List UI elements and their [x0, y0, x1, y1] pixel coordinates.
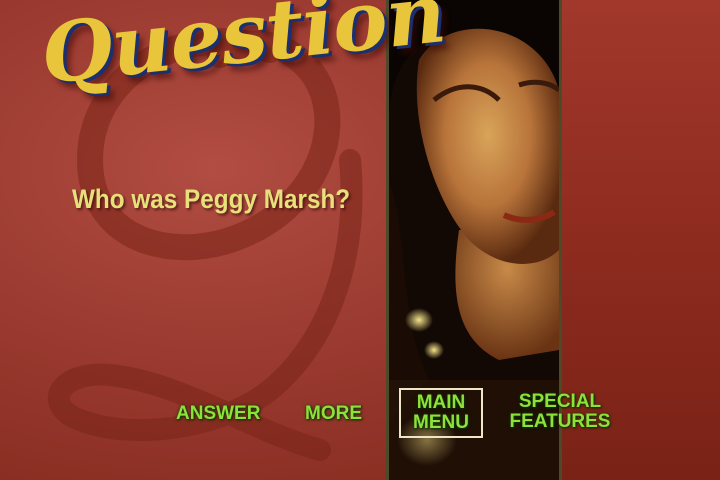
special-features-button[interactable]: SPECIAL FEATURES	[502, 392, 618, 432]
main-menu-button[interactable]: MAIN MENU	[399, 388, 483, 438]
main-menu-label-line2: MENU	[413, 412, 469, 433]
special-features-label-line1: SPECIAL	[518, 391, 602, 412]
dvd-menu-screen: Question Who was Peggy Marsh? ANSWER MOR…	[0, 0, 720, 480]
main-menu-label-line1: MAIN	[416, 392, 466, 413]
question-text: Who was Peggy Marsh?	[72, 184, 351, 214]
answer-button[interactable]: ANSWER	[176, 404, 260, 424]
special-features-label-line2: FEATURES	[509, 411, 611, 432]
more-button[interactable]: MORE	[305, 404, 362, 424]
